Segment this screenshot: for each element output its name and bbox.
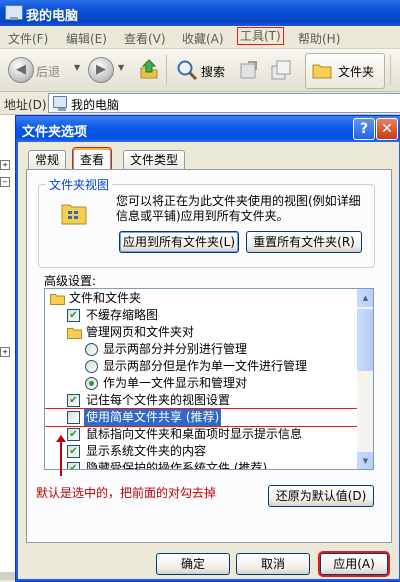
explorer-title: 我的电脑	[26, 9, 79, 24]
checkbox-checked-icon[interactable]: ✔	[67, 394, 80, 407]
list-item-radio-both-separate[interactable]: 显示两部分并分别进行管理	[45, 341, 357, 358]
folder-views-label: 文件夹视图	[46, 176, 113, 193]
folder-icon	[50, 294, 65, 305]
scroll-up-icon[interactable]: ▲	[357, 289, 373, 307]
up-folder-icon[interactable]	[139, 59, 159, 79]
copy-to-icon[interactable]	[270, 59, 292, 81]
expand-icon[interactable]: +	[0, 160, 10, 170]
toolbar-separator	[166, 55, 167, 85]
list-item-files-folders: 文件和文件夹	[45, 290, 357, 307]
list-item-label: 显示两部分但是作为单一文件进行管理	[103, 359, 308, 373]
checkbox-checked-icon[interactable]: ✔	[67, 428, 80, 441]
explorer-title-bar: 我的电脑	[0, 0, 400, 26]
explorer-left-pane: + − +	[0, 115, 16, 580]
close-button[interactable]: ✕	[376, 118, 398, 140]
dialog-title-bar: 文件夹选项 ? ✕	[16, 116, 400, 142]
reset-all-folders-button[interactable]: 重置所有文件夹(R)	[246, 231, 362, 253]
advanced-settings-list[interactable]: 文件和文件夹 ✔ 不缓存缩略图 管理网页和文件夹对 显示两部分并分别进行管理 显…	[44, 288, 374, 470]
checkbox-checked-icon[interactable]: ✔	[67, 462, 80, 469]
folders-button[interactable]: 文件夹	[305, 53, 385, 89]
ok-button[interactable]: 确定	[156, 553, 230, 575]
list-item-label: 显示两部分并分别进行管理	[103, 342, 248, 356]
tab-general[interactable]: 常规	[28, 150, 67, 169]
list-item-remember-view[interactable]: ✔ 记住每个文件夹的视图设置	[45, 392, 357, 409]
list-item-radio-both-single[interactable]: 显示两部分但是作为单一文件进行管理	[45, 358, 357, 375]
dialog-title: 文件夹选项	[22, 125, 88, 140]
scroll-thumb[interactable]	[357, 309, 373, 371]
folder-views-description: 您可以将正在为此文件夹使用的视图(例如详细信息或平铺)应用到所有文件夹。	[116, 194, 361, 223]
vertical-scrollbar[interactable]: ▲ ▼	[357, 289, 373, 469]
forward-dropdown-icon[interactable]: ▼	[118, 63, 124, 72]
checkbox-checked-icon[interactable]: ✔	[67, 309, 80, 322]
forward-button[interactable]: ▶	[88, 57, 114, 83]
search-label[interactable]: 搜索	[201, 63, 225, 80]
list-item-label: 隐藏受保护的操作系统文件 (推荐)	[86, 461, 268, 470]
address-value: 我的电脑	[71, 98, 120, 112]
radio-unselected-icon[interactable]	[85, 343, 98, 356]
advanced-settings-label: 高级设置:	[44, 274, 97, 288]
menu-edit[interactable]: 编辑(E)	[66, 30, 107, 47]
list-item-label: 显示系统文件夹的内容	[86, 444, 207, 458]
my-computer-icon	[5, 5, 23, 20]
forward-arrow-icon: ▶	[96, 62, 106, 77]
toolbar-separator-right	[390, 55, 391, 85]
address-input[interactable]: 我的电脑	[48, 93, 400, 113]
collapse-icon[interactable]: −	[0, 177, 10, 187]
back-arrow-icon: ◀	[16, 62, 26, 77]
annotation-arrow-icon	[56, 435, 66, 476]
my-computer-small-icon	[53, 96, 67, 111]
tab-file-types[interactable]: 文件类型	[123, 150, 186, 169]
back-button[interactable]: ◀	[8, 57, 34, 83]
tab-view[interactable]: 查看	[73, 148, 112, 171]
apply-button[interactable]: 应用(A)	[320, 553, 388, 575]
folder-icon	[312, 64, 332, 79]
list-item-label: 文件和文件夹	[69, 291, 142, 305]
back-dropdown-icon[interactable]: ▼	[74, 63, 80, 72]
scroll-down-icon[interactable]: ▼	[357, 452, 373, 469]
menu-favorites[interactable]: 收藏(A)	[182, 30, 224, 47]
list-item-simple-file-sharing[interactable]: 使用简单文件共享 (推荐)	[45, 408, 358, 427]
search-icon[interactable]	[176, 59, 198, 81]
checkbox-unchecked-icon[interactable]	[67, 411, 80, 424]
list-item-show-system-folder[interactable]: ✔ 显示系统文件夹的内容	[45, 443, 357, 460]
list-item-label: 使用简单文件共享 (推荐)	[84, 409, 222, 426]
back-label: 后退	[36, 65, 61, 79]
list-item-label: 作为单一文件显示和管理对	[103, 376, 248, 390]
list-item-web-folder-pairs: 管理网页和文件夹对	[45, 324, 357, 341]
checkbox-checked-icon[interactable]: ✔	[67, 445, 80, 458]
list-item-radio-single-file[interactable]: 作为单一文件显示和管理对	[45, 375, 357, 392]
menu-bar: 文件(F) 编辑(E) 查看(V) 收藏(A) 工具(T) 帮助(H)	[0, 26, 400, 49]
radio-selected-icon[interactable]	[85, 377, 98, 390]
restore-defaults-button[interactable]: 还原为默认值(D)	[268, 485, 374, 507]
folders-label: 文件夹	[338, 65, 375, 79]
expand-icon-2[interactable]: +	[0, 347, 10, 357]
menu-help[interactable]: 帮助(H)	[298, 30, 340, 47]
radio-unselected-icon[interactable]	[85, 360, 98, 373]
list-item-label: 记住每个文件夹的视图设置	[86, 393, 231, 407]
address-label: 地址(D)	[4, 98, 47, 112]
list-item-no-thumbnail-cache[interactable]: ✔ 不缓存缩略图	[45, 307, 357, 324]
annotation-text: 默认是选中的，把前面的对勾去掉	[36, 486, 217, 500]
cancel-button[interactable]: 取消	[236, 553, 310, 575]
move-to-icon[interactable]	[238, 59, 260, 81]
folder-icon	[67, 328, 82, 339]
folder-options-dialog: 文件夹选项 ? ✕ 常规 查看 文件类型 文件夹视图 您可以将正在为此文件夹使用…	[15, 115, 400, 582]
list-item-label: 鼠标指向文件夹和桌面项时显示提示信息	[86, 427, 303, 441]
list-item-label: 不缓存缩略图	[86, 308, 159, 322]
list-item-hide-protected-files[interactable]: ✔ 隐藏受保护的操作系统文件 (推荐)	[45, 460, 357, 470]
menu-tools[interactable]: 工具(T)	[237, 27, 284, 45]
menu-view[interactable]: 查看(V)	[124, 30, 166, 47]
address-bar: 地址(D) 我的电脑	[0, 92, 400, 115]
apply-to-all-folders-button[interactable]: 应用到所有文件夹(L)	[119, 231, 239, 253]
help-button[interactable]: ?	[353, 118, 375, 140]
menu-file[interactable]: 文件(F)	[8, 30, 48, 47]
list-item-label: 管理网页和文件夹对	[86, 325, 195, 339]
folder-view-icon	[61, 204, 87, 225]
list-item-show-tooltips[interactable]: ✔ 鼠标指向文件夹和桌面项时显示提示信息	[45, 426, 357, 443]
